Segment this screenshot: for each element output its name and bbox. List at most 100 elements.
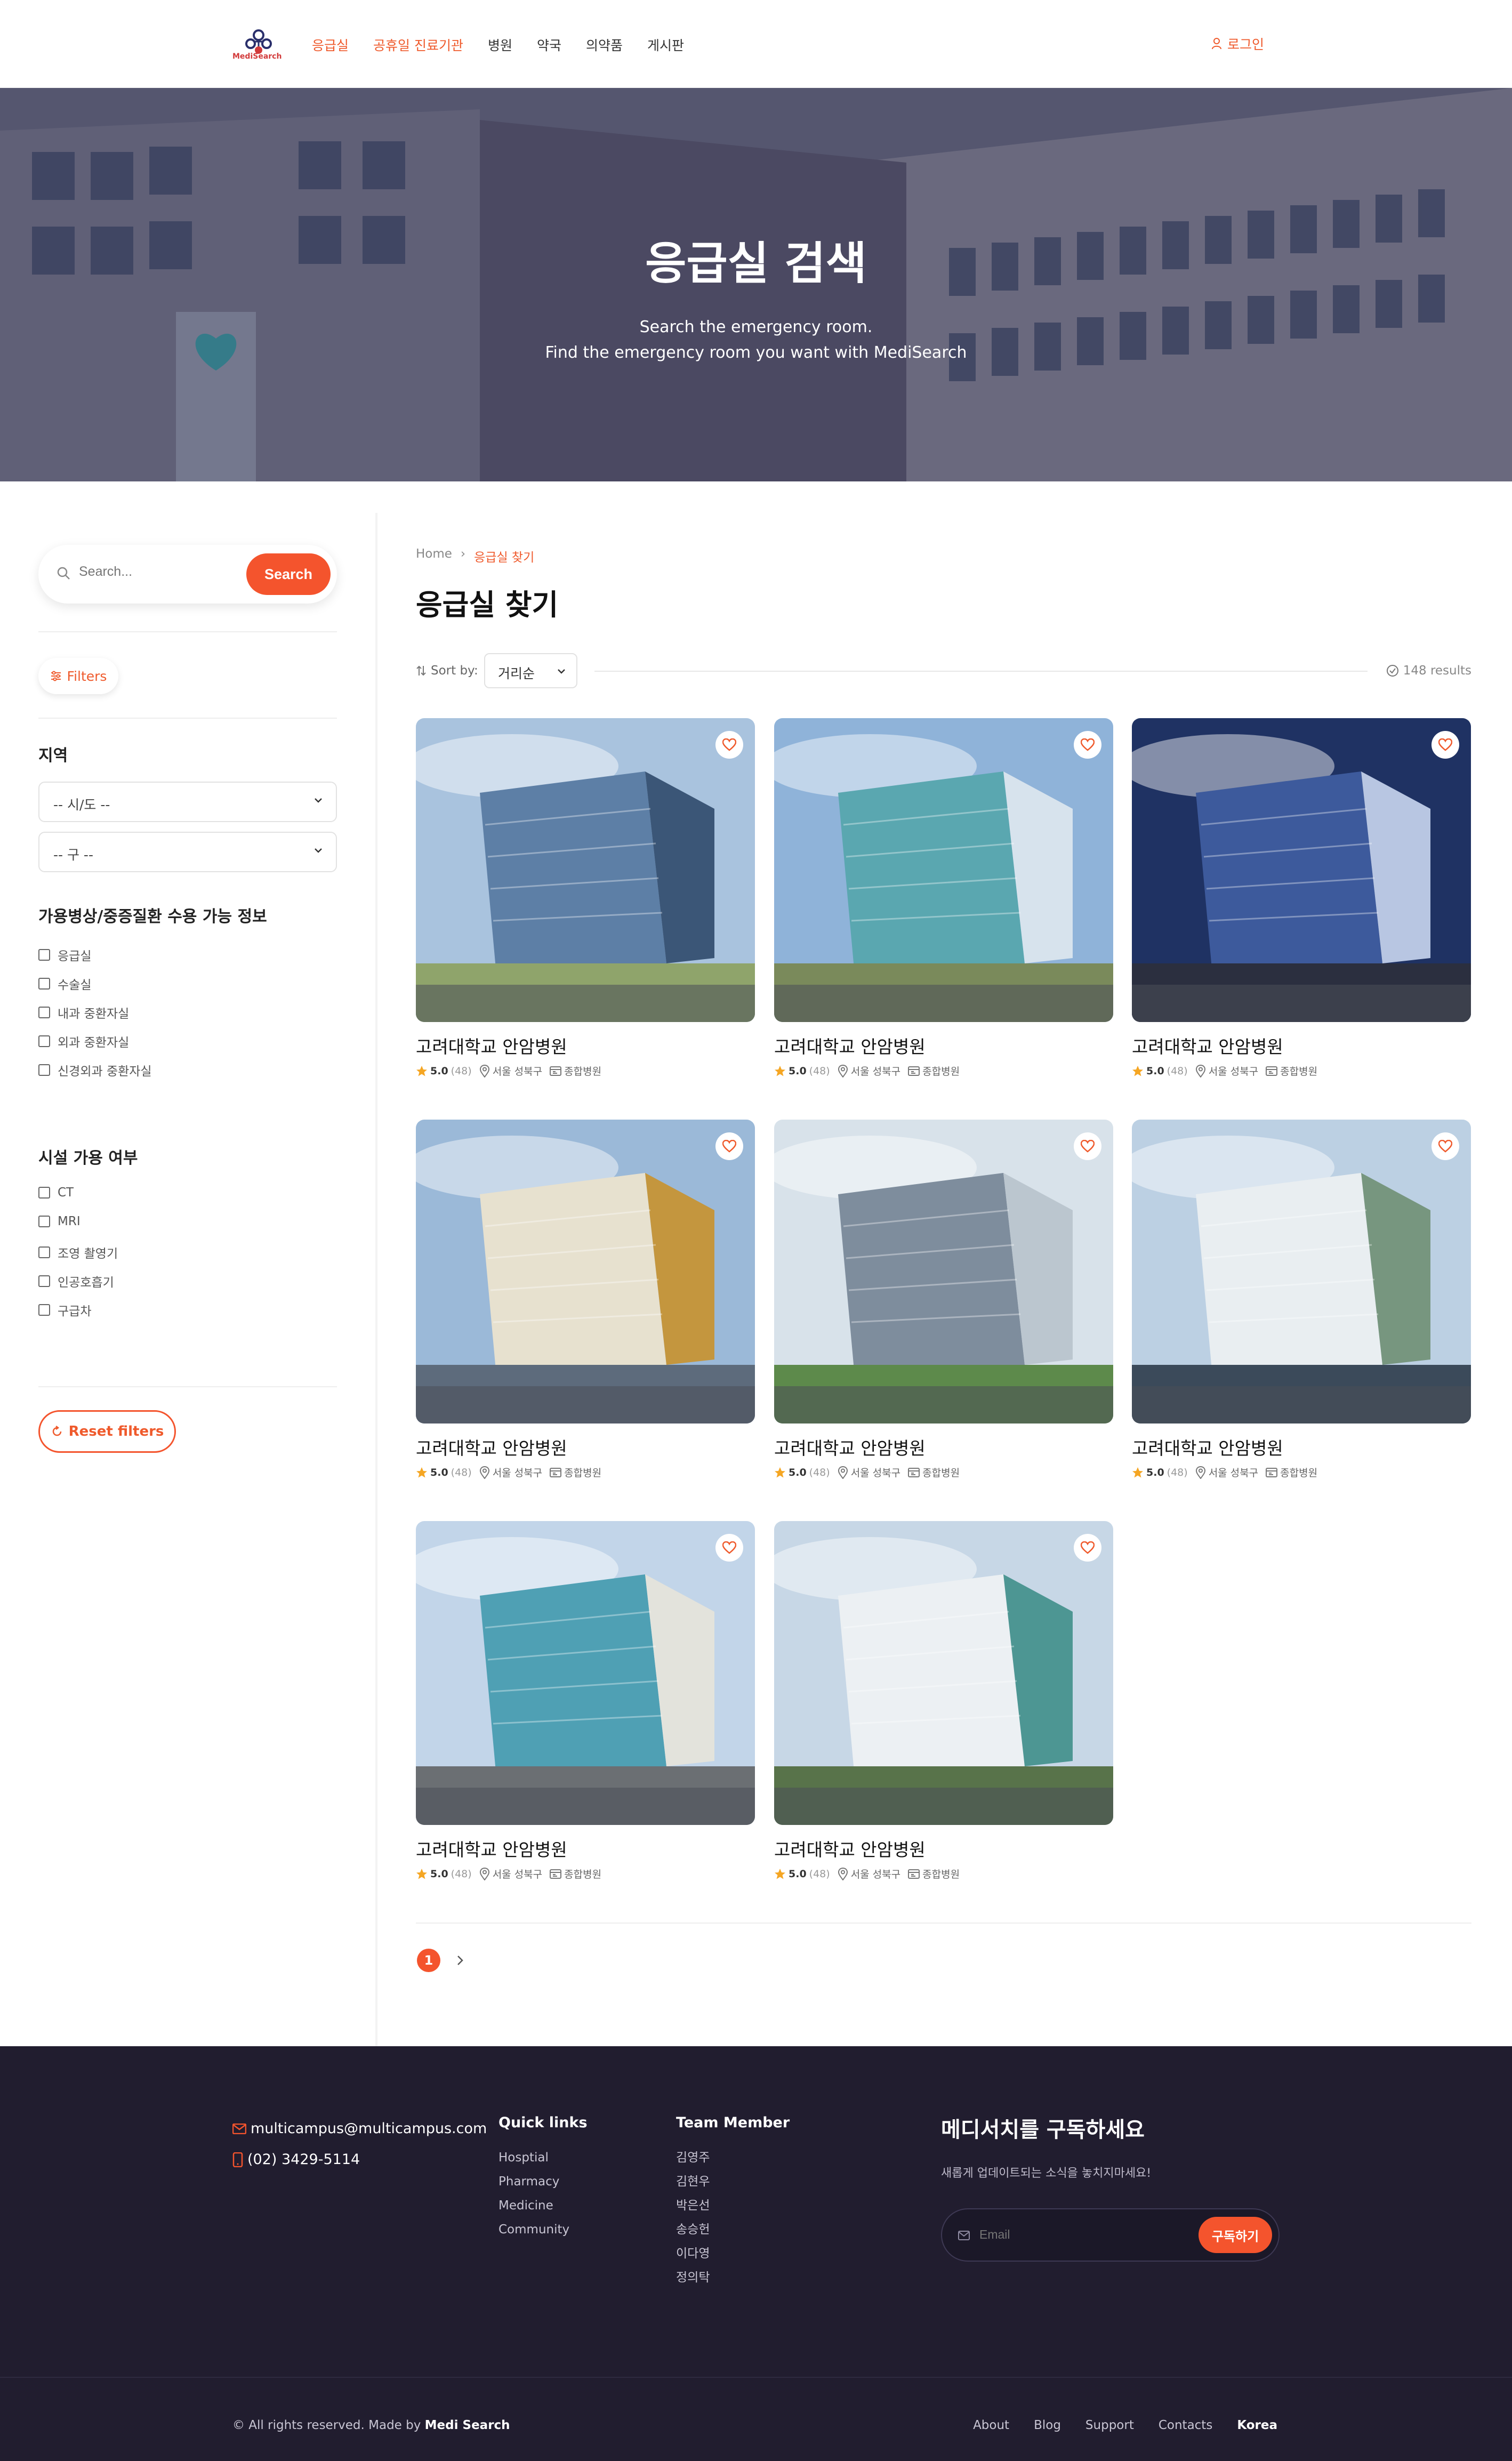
hospital-image[interactable] bbox=[1132, 1120, 1471, 1423]
hospital-card[interactable]: 고려대학교 안암병원 5.0 (48) 서울 성북구 종합병원 bbox=[416, 718, 755, 1091]
checkbox-box[interactable] bbox=[38, 1007, 50, 1018]
checkbox-emergency-room[interactable]: 응급실 bbox=[38, 946, 91, 964]
footer-link-support[interactable]: Support bbox=[1085, 2418, 1134, 2432]
hospital-card[interactable]: 고려대학교 안암병원 5.0 (48) 서울 성북구 종합병원 bbox=[774, 718, 1113, 1091]
checkbox-ambulance[interactable]: 구급차 bbox=[38, 1301, 91, 1319]
hospital-card[interactable]: 고려대학교 안암병원 5.0 (48) 서울 성북구 종합병원 bbox=[774, 1521, 1113, 1894]
favorite-button[interactable] bbox=[1074, 1132, 1101, 1160]
footer-link-hospital[interactable]: Hosptial bbox=[498, 2146, 588, 2170]
checkbox-box[interactable] bbox=[38, 1246, 50, 1258]
hospital-image[interactable] bbox=[774, 718, 1113, 1022]
footer-link-contacts[interactable]: Contacts bbox=[1159, 2418, 1212, 2432]
footer-link-pharmacy[interactable]: Pharmacy bbox=[498, 2170, 588, 2194]
hospital-name[interactable]: 고려대학교 안암병원 bbox=[416, 1836, 567, 1861]
hospital-image[interactable] bbox=[774, 1521, 1113, 1825]
checkbox-label: 구급차 bbox=[58, 1305, 92, 1318]
location-text: 서울 성북구 bbox=[850, 1066, 901, 1077]
checkbox-ventilator[interactable]: 인공호흡기 bbox=[38, 1272, 114, 1290]
subscribe-button[interactable]: 구독하기 bbox=[1199, 2217, 1272, 2253]
favorite-button[interactable] bbox=[715, 1534, 743, 1562]
checkbox-ct[interactable]: CT bbox=[38, 1186, 74, 1200]
nav-medicine[interactable]: 의약품 bbox=[586, 35, 623, 54]
checkbox-angiography[interactable]: 조영 촬영기 bbox=[38, 1243, 118, 1261]
footer-link-medicine[interactable]: Medicine bbox=[498, 2194, 588, 2218]
checkbox-box[interactable] bbox=[38, 949, 50, 961]
region-province-select[interactable]: -- 시/도 -- bbox=[38, 782, 337, 822]
hospital-card[interactable]: 고려대학교 안암병원 5.0 (48) 서울 성북구 종합병원 bbox=[1132, 1120, 1471, 1493]
country-selector[interactable]: Korea bbox=[1237, 2418, 1277, 2432]
login-button[interactable]: 로그인 bbox=[1211, 34, 1264, 53]
subscribe-email-input[interactable] bbox=[979, 2227, 1139, 2242]
footer-link-about[interactable]: About bbox=[973, 2418, 1009, 2432]
chevron-right-icon[interactable] bbox=[455, 1955, 465, 1966]
star-icon bbox=[775, 1065, 785, 1076]
nav-holiday-clinics[interactable]: 공휴일 진료기관 bbox=[373, 35, 463, 54]
hospital-card[interactable]: 고려대학교 안암병원 5.0 (48) 서울 성북구 종합병원 bbox=[416, 1120, 755, 1493]
checkbox-surgical-icu[interactable]: 외과 중환자실 bbox=[38, 1032, 129, 1050]
nav-emergency[interactable]: 응급실 bbox=[312, 35, 349, 54]
footer-email[interactable]: multicampus@multicampus.com bbox=[232, 2113, 487, 2144]
hospital-card[interactable]: 고려대학교 안암병원 5.0 (48) 서울 성북구 종합병원 bbox=[774, 1120, 1113, 1493]
checkbox-mri[interactable]: MRI bbox=[38, 1215, 81, 1228]
nav-hospital[interactable]: 병원 bbox=[488, 35, 512, 54]
hospital-name[interactable]: 고려대학교 안암병원 bbox=[416, 1434, 567, 1460]
breadcrumb-home[interactable]: Home bbox=[416, 547, 452, 565]
checkbox-box[interactable] bbox=[38, 1275, 50, 1287]
favorite-button[interactable] bbox=[715, 731, 743, 759]
checkbox-medical-icu[interactable]: 내과 중환자실 bbox=[38, 1003, 129, 1022]
footer-link-community[interactable]: Community bbox=[498, 2218, 588, 2242]
hospital-name[interactable]: 고려대학교 안암병원 bbox=[416, 1033, 567, 1058]
footer-link-blog[interactable]: Blog bbox=[1034, 2418, 1061, 2432]
nav-board[interactable]: 게시판 bbox=[647, 35, 684, 54]
review-count: (48) bbox=[809, 1065, 830, 1077]
rating-value: 5.0 bbox=[789, 1065, 807, 1077]
hospital-card[interactable]: 고려대학교 안암병원 5.0 (48) 서울 성북구 종합병원 bbox=[416, 1521, 755, 1894]
hospital-image[interactable] bbox=[416, 1120, 755, 1423]
location-text: 서울 성북구 bbox=[492, 1869, 543, 1880]
hospital-image[interactable] bbox=[1132, 718, 1471, 1022]
checkbox-box[interactable] bbox=[38, 1187, 50, 1199]
region-district-select[interactable]: -- 구 -- bbox=[38, 832, 337, 872]
page-number-current[interactable]: 1 bbox=[417, 1949, 440, 1972]
hospital-card[interactable]: 고려대학교 안암병원 5.0 (48) 서울 성북구 종합병원 bbox=[1132, 718, 1471, 1091]
checkbox-neuro-icu[interactable]: 신경외과 중환자실 bbox=[38, 1061, 152, 1079]
copyright: © All rights reserved. Made by Medi Sear… bbox=[232, 2418, 510, 2432]
hospital-name[interactable]: 고려대학교 안암병원 bbox=[1132, 1434, 1283, 1460]
hospital-name[interactable]: 고려대학교 안암병원 bbox=[1132, 1033, 1283, 1058]
footer-contact: multicampus@multicampus.com (02) 3429-51… bbox=[232, 2113, 487, 2175]
nav-pharmacy[interactable]: 약국 bbox=[537, 35, 561, 54]
hospital-name[interactable]: 고려대학교 안암병원 bbox=[774, 1434, 926, 1460]
favorite-button[interactable] bbox=[1431, 1132, 1459, 1160]
filters-button[interactable]: Filters bbox=[38, 658, 118, 694]
location: 서울 성북구 bbox=[1195, 1064, 1258, 1078]
checkbox-box[interactable] bbox=[38, 1304, 50, 1316]
favorite-button[interactable] bbox=[1074, 1534, 1101, 1562]
checkbox-operating-room[interactable]: 수술실 bbox=[38, 975, 91, 993]
search-button[interactable]: Search bbox=[246, 553, 331, 595]
hospital-image[interactable] bbox=[416, 1521, 755, 1825]
map-pin-icon bbox=[479, 1466, 489, 1479]
sort-select[interactable]: 거리순 bbox=[484, 653, 577, 688]
chevron-down-icon bbox=[558, 669, 565, 674]
checkbox-box[interactable] bbox=[38, 1216, 50, 1227]
hospital-image[interactable] bbox=[774, 1120, 1113, 1423]
checkbox-box[interactable] bbox=[38, 1064, 50, 1076]
favorite-button[interactable] bbox=[715, 1132, 743, 1160]
search-input[interactable] bbox=[79, 564, 239, 580]
hospital-name[interactable]: 고려대학교 안암병원 bbox=[774, 1836, 926, 1861]
favorite-button[interactable] bbox=[1431, 731, 1459, 759]
rating: 5.0 (48) bbox=[774, 1868, 830, 1880]
location-text: 서울 성북구 bbox=[1208, 1066, 1259, 1077]
building-card-icon bbox=[908, 1467, 920, 1477]
hospital-image[interactable] bbox=[416, 718, 755, 1022]
check-circle-icon bbox=[1386, 665, 1398, 677]
reset-filters-button[interactable]: Reset filters bbox=[38, 1410, 176, 1453]
favorite-button[interactable] bbox=[1074, 731, 1101, 759]
hospital-name[interactable]: 고려대학교 안암병원 bbox=[774, 1033, 926, 1058]
hospital-type-text: 종합병원 bbox=[1280, 1467, 1318, 1479]
footer-phone[interactable]: (02) 3429-5114 bbox=[232, 2144, 487, 2175]
checkbox-box[interactable] bbox=[38, 978, 50, 990]
footer-phone-text: (02) 3429-5114 bbox=[247, 2151, 360, 2168]
checkbox-label: 응급실 bbox=[58, 950, 92, 963]
checkbox-box[interactable] bbox=[38, 1035, 50, 1047]
